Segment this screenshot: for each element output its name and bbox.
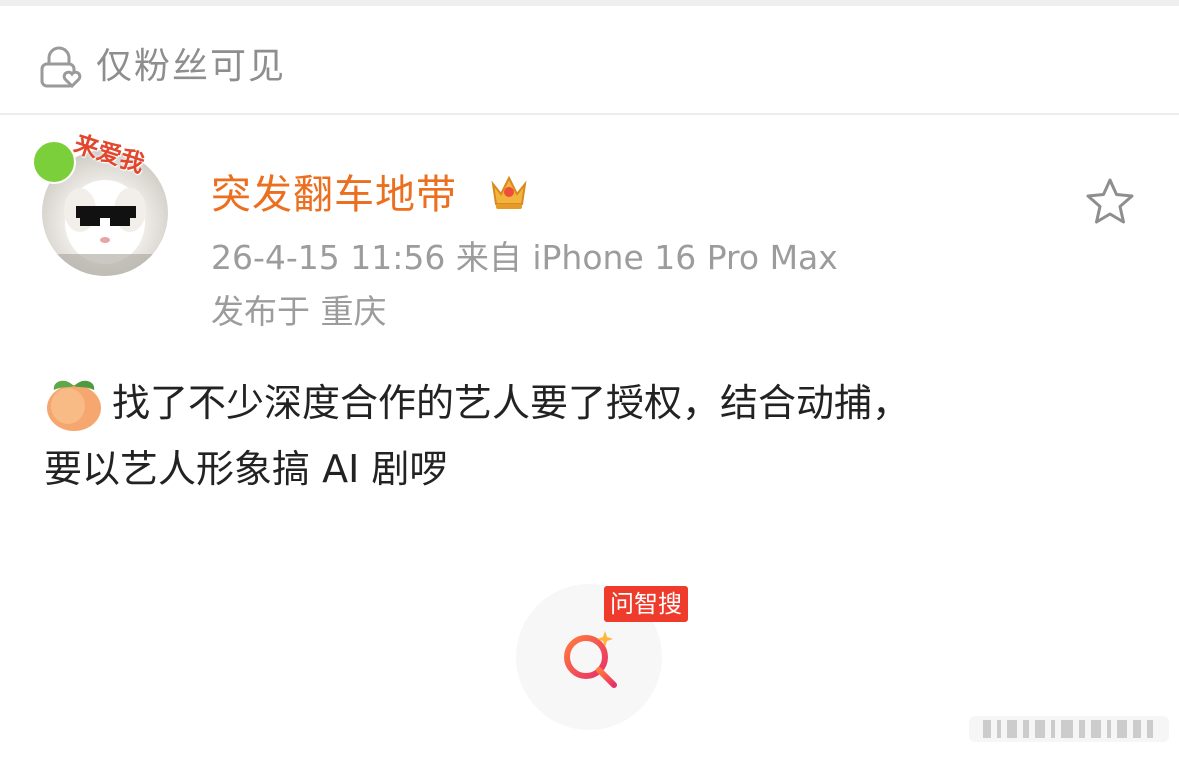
smart-search-badge: 问智搜 — [604, 586, 688, 622]
avatar-sticker — [32, 140, 76, 184]
visibility-label: 仅粉丝可见 — [96, 46, 287, 87]
crown-icon[interactable] — [488, 170, 530, 212]
post-content-line-1: 找了不少深度合作的艺人要了授权，结合动捕， — [112, 381, 911, 425]
post-content-line-2: 要以艺人形象搞 AI 剧啰 — [44, 447, 448, 491]
username[interactable]: 突发翻车地带 — [211, 170, 457, 220]
search-icon[interactable] — [556, 627, 626, 697]
visibility-bar: 仅粉丝可见 — [0, 6, 1179, 115]
post-meta: 26-4-15 11:56 来自 iPhone 16 Pro Max — [211, 238, 838, 277]
lock-heart-icon — [40, 46, 82, 88]
peach-icon — [47, 380, 101, 431]
watermark-barcode — [969, 716, 1169, 742]
post-location: 发布于 重庆 — [211, 292, 387, 331]
star-icon[interactable] — [1084, 176, 1136, 228]
